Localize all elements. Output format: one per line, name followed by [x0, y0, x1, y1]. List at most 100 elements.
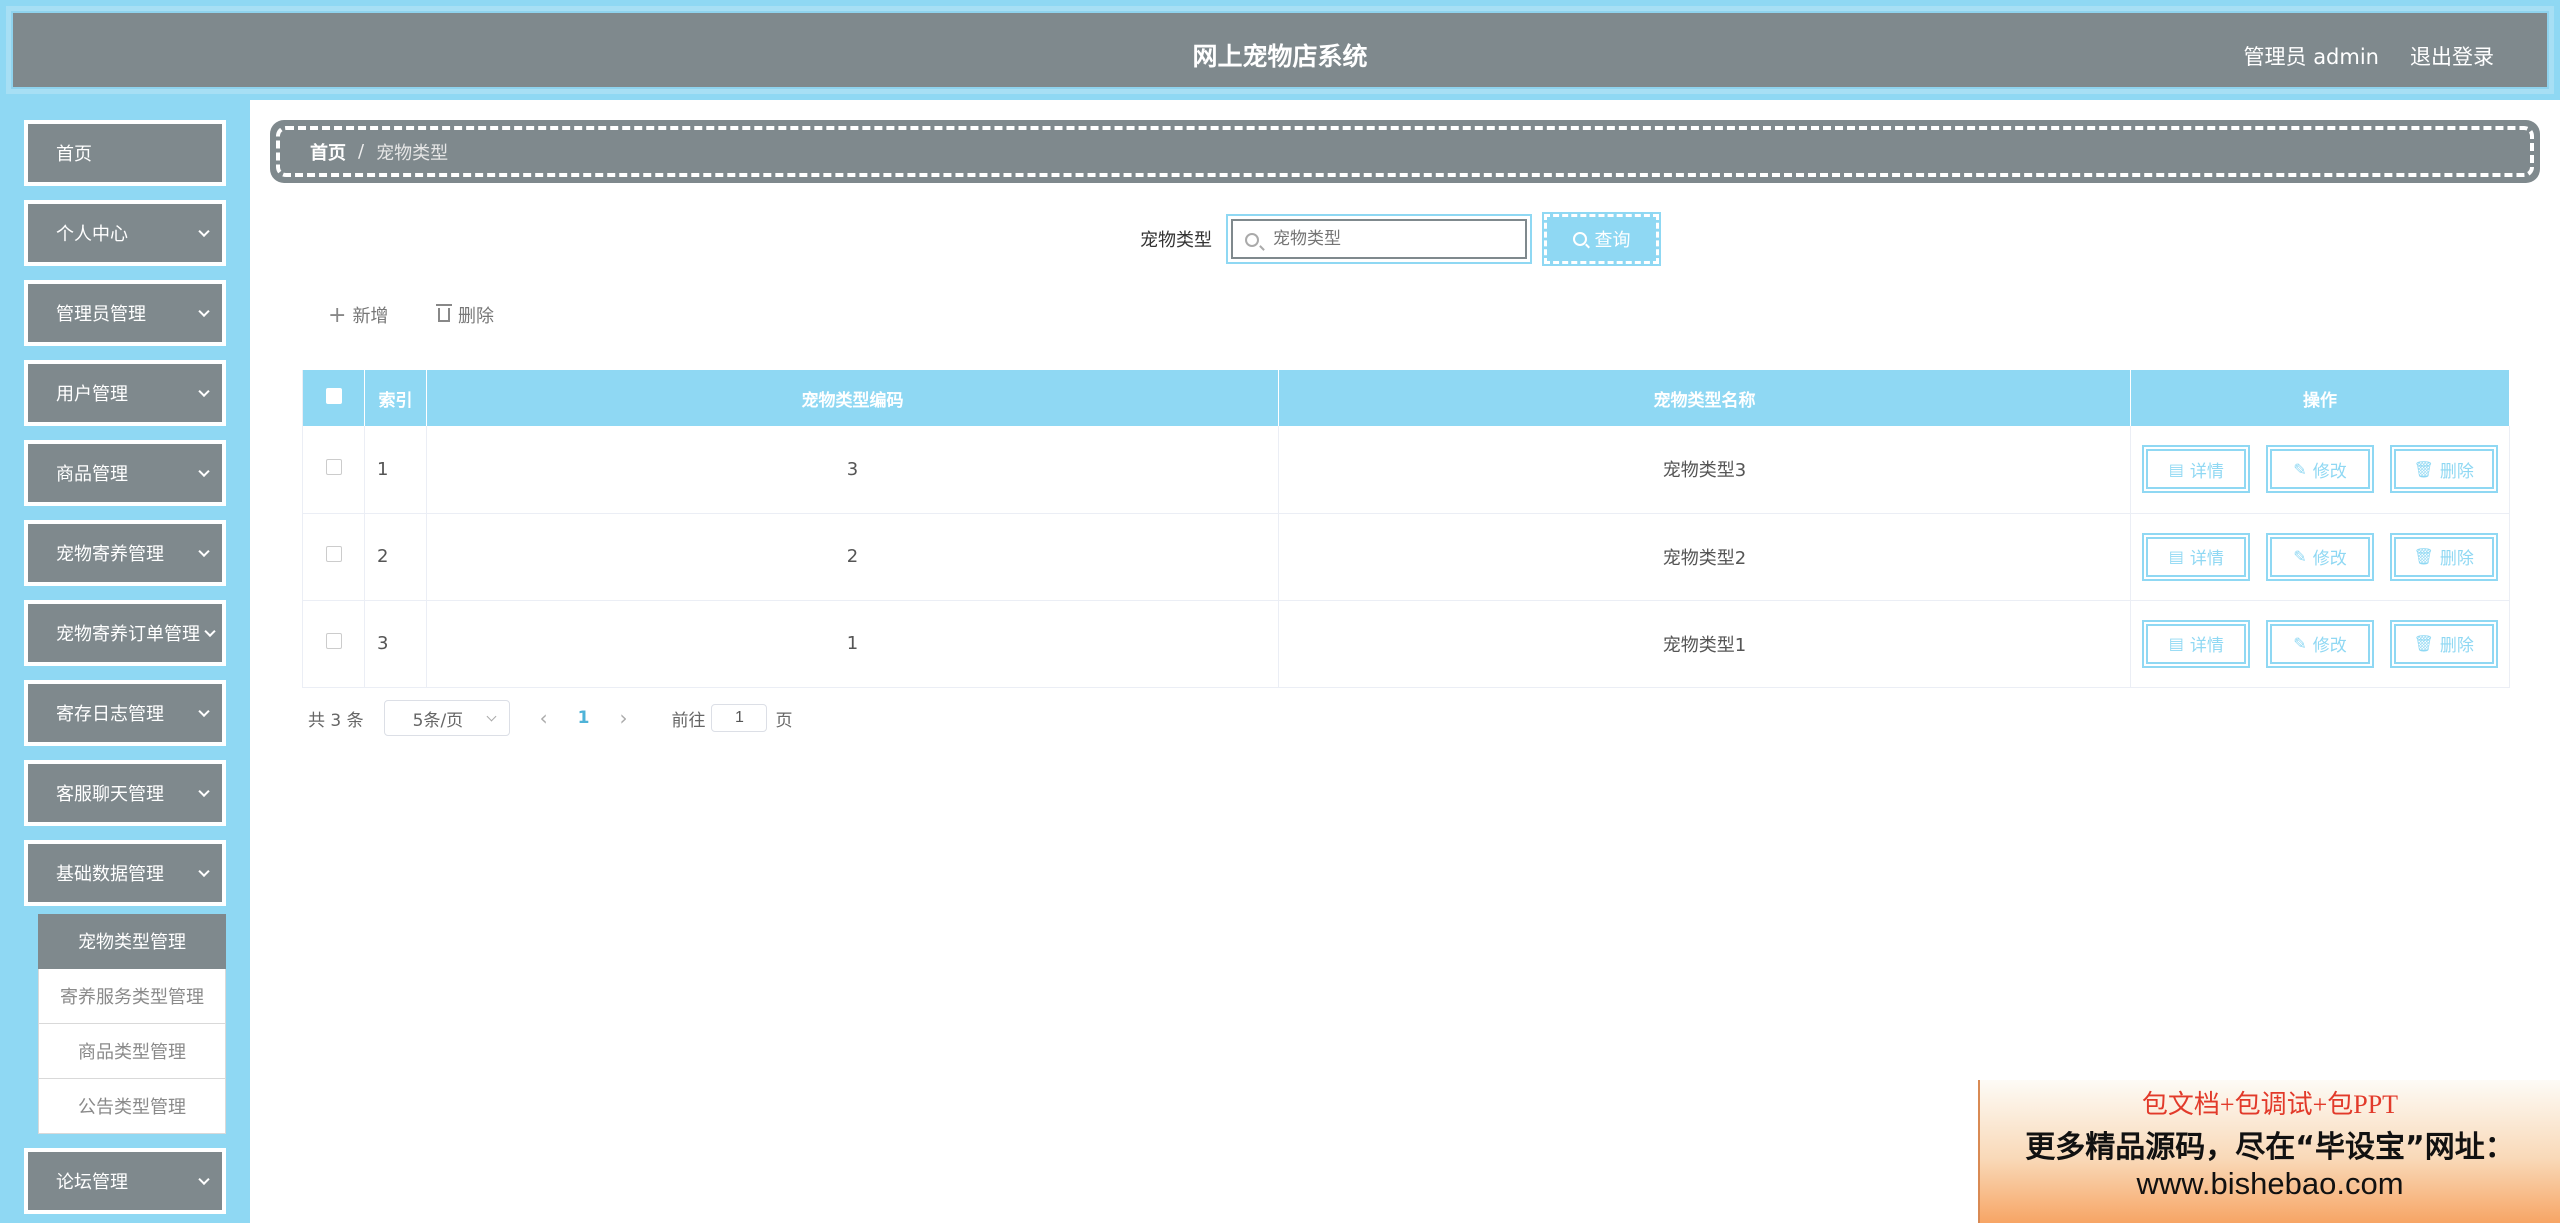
- add-button-label: 新增: [352, 306, 389, 327]
- chevron-down-icon: [204, 625, 216, 638]
- page-number-current[interactable]: 1: [578, 708, 590, 728]
- current-user: 管理员 admin: [2243, 45, 2379, 69]
- sidebar-item-label: 商品管理: [56, 464, 128, 485]
- search-button-label: 查询: [1594, 230, 1631, 251]
- detail-button[interactable]: ▤ 详情: [2142, 532, 2251, 581]
- search-input[interactable]: [1233, 221, 1525, 257]
- next-page-button[interactable]: ›: [619, 706, 627, 730]
- sidebar-item-label: 宠物寄养管理: [56, 544, 164, 565]
- trash-icon: 🗑: [2413, 459, 2434, 479]
- row-index: 2: [364, 513, 427, 601]
- sidebar-item-label: 客服聊天管理: [56, 784, 164, 805]
- edit-icon: ✎: [2293, 459, 2307, 479]
- row-select-cell: [302, 513, 365, 601]
- edit-icon: ✎: [2293, 547, 2307, 566]
- row-name: 宠物类型1: [1278, 600, 2131, 688]
- detail-button[interactable]: ▤ 详情: [2142, 445, 2251, 494]
- delete-button[interactable]: 🗑 删除: [2389, 532, 2498, 581]
- row-select-cell: [302, 426, 365, 514]
- goto-page-input[interactable]: [711, 704, 768, 732]
- submenu-item-boarding-service-type[interactable]: 寄养服务类型管理: [38, 969, 226, 1024]
- search-button[interactable]: 查询: [1542, 212, 1661, 266]
- sidebar-item-pet-boarding[interactable]: 宠物寄养管理: [24, 520, 226, 586]
- detail-label: 详情: [2189, 549, 2224, 569]
- banner-line-2: 更多精品源码，尽在“毕设宝”网址：: [2025, 1130, 2515, 1165]
- column-header-code: 宠物类型编码: [426, 370, 1279, 426]
- batch-delete-button[interactable]: 删除: [436, 302, 494, 328]
- submenu-item-pet-type[interactable]: 宠物类型管理: [38, 914, 226, 969]
- document-icon: ▤: [2168, 459, 2184, 479]
- sidebar-item-user-management[interactable]: 用户管理: [24, 360, 226, 426]
- pagination-total: 共 3 条: [308, 710, 364, 731]
- sidebar-item-customer-chat[interactable]: 客服聊天管理: [24, 760, 226, 826]
- banner-line-3: www.bishebao.com: [2136, 1166, 2404, 1201]
- edit-button[interactable]: ✎ 修改: [2266, 619, 2374, 668]
- row-actions: ▤ 详情 ✎ 修改 🗑 删除: [2130, 600, 2510, 688]
- detail-button[interactable]: ▤ 详情: [2142, 619, 2251, 668]
- sidebar-item-label: 基础数据管理: [56, 864, 164, 885]
- table-row: 3 1 宠物类型1 ▤ 详情 ✎ 修改 🗑 删除: [302, 600, 2510, 688]
- delete-button[interactable]: 🗑 删除: [2389, 445, 2498, 494]
- chevron-down-icon: [198, 865, 210, 878]
- table-row: 1 3 宠物类型3 ▤ 详情 ✎ 修改 🗑 删除: [302, 426, 2510, 514]
- breadcrumb-current: 宠物类型: [376, 142, 449, 164]
- breadcrumb-home[interactable]: 首页: [310, 139, 346, 165]
- sidebar: 首页 个人中心 管理员管理 用户管理 商品管理 宠物寄养管理 宠物寄养订单管理 …: [0, 100, 250, 1223]
- banner-line-1: 包文档+包调试+包PPT: [2141, 1090, 2399, 1119]
- table-header-row: 索引 宠物类型编码 宠物类型名称 操作: [302, 370, 2510, 426]
- sidebar-item-product-management[interactable]: 商品管理: [24, 440, 226, 506]
- row-checkbox[interactable]: [325, 633, 342, 649]
- document-icon: ▤: [2168, 547, 2184, 566]
- edit-button[interactable]: ✎ 修改: [2266, 445, 2374, 494]
- row-index: 3: [364, 600, 427, 688]
- pet-type-table: 索引 宠物类型编码 宠物类型名称 操作 1 3 宠物类型3 ▤ 详情 ✎ 修改 🗑 删…: [302, 370, 2510, 688]
- sidebar-item-home[interactable]: 首页: [24, 120, 226, 186]
- sidebar-item-basic-data[interactable]: 基础数据管理: [24, 840, 226, 906]
- select-all-checkbox[interactable]: [325, 387, 342, 404]
- column-header-index: 索引: [364, 370, 427, 426]
- add-button[interactable]: + 新增: [328, 302, 388, 328]
- sidebar-item-label: 宠物寄养订单管理: [56, 624, 200, 645]
- basic-data-submenu: 宠物类型管理 寄养服务类型管理 商品类型管理 公告类型管理: [38, 914, 226, 1134]
- row-name: 宠物类型2: [1278, 513, 2131, 601]
- edit-label: 修改: [2312, 549, 2347, 569]
- delete-button[interactable]: 🗑 删除: [2389, 619, 2498, 668]
- batch-delete-label: 删除: [458, 306, 494, 327]
- row-checkbox[interactable]: [325, 546, 342, 562]
- sidebar-item-label: 个人中心: [56, 224, 128, 245]
- sidebar-item-boarding-orders[interactable]: 宠物寄养订单管理: [24, 600, 226, 666]
- edit-icon: ✎: [2293, 634, 2307, 653]
- submenu-item-product-type[interactable]: 商品类型管理: [38, 1024, 226, 1079]
- sidebar-item-storage-log[interactable]: 寄存日志管理: [24, 680, 226, 746]
- sidebar-item-forum[interactable]: 论坛管理: [24, 1148, 226, 1214]
- header-bar: 网上宠物店系统 管理员 admin 退出登录: [6, 6, 2554, 94]
- row-actions: ▤ 详情 ✎ 修改 🗑 删除: [2130, 513, 2510, 601]
- top-header: 网上宠物店系统 管理员 admin 退出登录: [0, 0, 2560, 100]
- submenu-item-notice-type[interactable]: 公告类型管理: [38, 1079, 226, 1134]
- chevron-down-icon: [198, 305, 210, 318]
- sidebar-item-label: 论坛管理: [56, 1172, 128, 1193]
- search-box: [1226, 214, 1532, 264]
- sidebar-item-admin-management[interactable]: 管理员管理: [24, 280, 226, 346]
- edit-button[interactable]: ✎ 修改: [2266, 532, 2374, 581]
- breadcrumb-separator: /: [358, 141, 365, 162]
- chevron-down-icon: [198, 1173, 210, 1186]
- chevron-down-icon: [198, 705, 210, 718]
- chevron-down-icon: [486, 711, 497, 722]
- delete-label: 删除: [2439, 549, 2474, 569]
- sidebar-item-personal-center[interactable]: 个人中心: [24, 200, 226, 266]
- prev-page-button[interactable]: ‹: [540, 706, 548, 730]
- logout-link[interactable]: 退出登录: [2410, 41, 2494, 71]
- page-size-select[interactable]: 5条/页: [383, 700, 510, 736]
- search-label: 宠物类型: [1140, 230, 1212, 251]
- detail-label: 详情: [2189, 461, 2224, 482]
- delete-label: 删除: [2439, 636, 2474, 656]
- edit-label: 修改: [2312, 461, 2347, 482]
- row-checkbox[interactable]: [325, 458, 342, 475]
- trash-icon: [436, 304, 452, 322]
- row-name: 宠物类型3: [1278, 426, 2131, 514]
- delete-label: 删除: [2439, 461, 2474, 482]
- chevron-down-icon: [198, 785, 210, 798]
- pagination: 共 3 条 5条/页 ‹ 1 › 前往 页: [308, 700, 792, 736]
- row-code: 1: [426, 600, 1279, 688]
